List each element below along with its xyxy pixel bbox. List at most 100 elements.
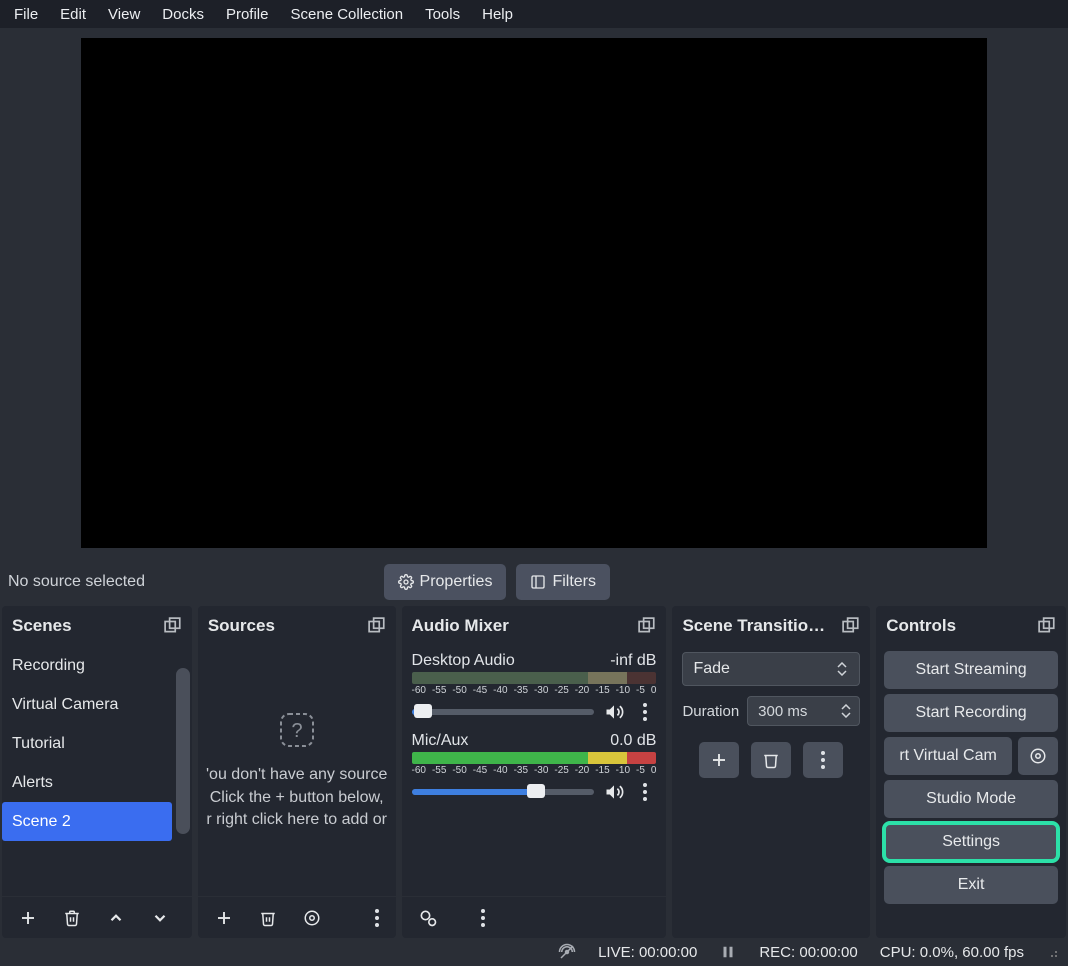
audio-channel: Desktop Audio -inf dB -60-55-50-45-40-35… bbox=[402, 646, 667, 726]
volume-slider[interactable] bbox=[412, 709, 595, 715]
mixer-menu-button[interactable] bbox=[472, 909, 494, 927]
channel-menu-button[interactable] bbox=[634, 783, 656, 801]
trash-icon bbox=[259, 909, 277, 927]
channel-name: Desktop Audio bbox=[412, 652, 515, 670]
question-icon: ? bbox=[277, 710, 317, 750]
menu-docks[interactable]: Docks bbox=[152, 4, 214, 25]
sources-empty-line: 'ou don't have any source bbox=[206, 764, 387, 786]
sources-title: Sources bbox=[208, 616, 275, 636]
menu-file[interactable]: File bbox=[4, 4, 48, 25]
sources-empty-line: r right click here to add or bbox=[206, 809, 387, 831]
scene-item[interactable]: Alerts bbox=[2, 763, 192, 802]
controls-title: Controls bbox=[886, 616, 956, 636]
menu-tools[interactable]: Tools bbox=[415, 4, 470, 25]
duration-input[interactable]: 300 ms bbox=[747, 696, 860, 726]
popout-icon[interactable] bbox=[1038, 617, 1056, 635]
speaker-icon bbox=[604, 702, 624, 722]
plus-icon bbox=[19, 909, 37, 927]
plus-icon bbox=[710, 751, 728, 769]
scene-up-button[interactable] bbox=[98, 901, 134, 935]
settings-button[interactable]: Settings bbox=[884, 823, 1058, 861]
connection-icon bbox=[558, 943, 576, 961]
mixer-title: Audio Mixer bbox=[412, 616, 509, 636]
scene-item-selected[interactable]: Scene 2 bbox=[2, 802, 172, 841]
exit-button[interactable]: Exit bbox=[884, 866, 1058, 904]
scene-item[interactable]: Tutorial bbox=[2, 724, 192, 763]
remove-source-button[interactable] bbox=[250, 901, 286, 935]
updown-icon bbox=[837, 662, 849, 676]
docks-row: Scenes Recording Virtual Camera Tutorial… bbox=[0, 606, 1068, 938]
remove-scene-button[interactable] bbox=[54, 901, 90, 935]
status-rec: REC: 00:00:00 bbox=[759, 944, 857, 961]
gear-icon bbox=[398, 574, 414, 590]
filters-label: Filters bbox=[552, 573, 596, 591]
scenes-list[interactable]: Recording Virtual Camera Tutorial Alerts… bbox=[2, 646, 192, 896]
chevron-down-icon bbox=[151, 909, 169, 927]
trash-icon bbox=[63, 909, 81, 927]
popout-icon[interactable] bbox=[164, 617, 182, 635]
add-source-button[interactable] bbox=[206, 901, 242, 935]
source-properties-button[interactable] bbox=[294, 901, 330, 935]
popout-icon[interactable] bbox=[368, 617, 386, 635]
sources-empty-line: Click the + button below, bbox=[210, 787, 384, 809]
duration-value: 300 ms bbox=[758, 703, 807, 720]
resize-grip-icon[interactable] bbox=[1046, 946, 1058, 958]
channel-name: Mic/Aux bbox=[412, 732, 469, 750]
menu-bar: File Edit View Docks Profile Scene Colle… bbox=[0, 0, 1068, 28]
spinner-icon[interactable] bbox=[841, 704, 853, 718]
transitions-dock: Scene Transitio… Fade Duration 300 ms bbox=[672, 606, 870, 938]
scenes-dock: Scenes Recording Virtual Camera Tutorial… bbox=[2, 606, 192, 938]
start-recording-button[interactable]: Start Recording bbox=[884, 694, 1058, 732]
volume-slider[interactable] bbox=[412, 789, 595, 795]
remove-transition-button[interactable] bbox=[751, 742, 791, 778]
source-menu-button[interactable] bbox=[366, 909, 388, 927]
meter-ticks: -60-55-50-45-40-35-30-25-20-15-10-50 bbox=[412, 685, 657, 696]
sources-dock: Sources ? 'ou don't have any source Clic… bbox=[198, 606, 396, 938]
properties-label: Properties bbox=[420, 573, 493, 591]
menu-edit[interactable]: Edit bbox=[50, 4, 96, 25]
menu-profile[interactable]: Profile bbox=[216, 4, 279, 25]
menu-help[interactable]: Help bbox=[472, 4, 523, 25]
controls-dock: Controls Start Streaming Start Recording… bbox=[876, 606, 1066, 938]
start-streaming-button[interactable]: Start Streaming bbox=[884, 651, 1058, 689]
menu-view[interactable]: View bbox=[98, 4, 150, 25]
filters-icon bbox=[530, 574, 546, 590]
mute-button[interactable] bbox=[602, 700, 626, 724]
transitions-title: Scene Transitio… bbox=[682, 616, 825, 636]
transition-select[interactable]: Fade bbox=[682, 652, 860, 686]
volume-meter bbox=[412, 752, 657, 764]
menu-scene-collection[interactable]: Scene Collection bbox=[281, 4, 414, 25]
sources-empty-placeholder[interactable]: ? 'ou don't have any source Click the + … bbox=[198, 646, 396, 896]
plus-icon bbox=[215, 909, 233, 927]
source-toolbar: No source selected Properties Filters bbox=[0, 558, 1068, 606]
mixer-body: Desktop Audio -inf dB -60-55-50-45-40-35… bbox=[402, 646, 667, 896]
volume-meter bbox=[412, 672, 657, 684]
studio-mode-button[interactable]: Studio Mode bbox=[884, 780, 1058, 818]
status-cpu: CPU: 0.0%, 60.00 fps bbox=[880, 944, 1024, 961]
popout-icon[interactable] bbox=[638, 617, 656, 635]
advanced-audio-button[interactable] bbox=[410, 901, 446, 935]
add-scene-button[interactable] bbox=[10, 901, 46, 935]
speaker-icon bbox=[604, 782, 624, 802]
transition-menu-button[interactable] bbox=[803, 742, 843, 778]
popout-icon[interactable] bbox=[842, 617, 860, 635]
channel-menu-button[interactable] bbox=[634, 703, 656, 721]
preview-canvas[interactable] bbox=[81, 38, 987, 548]
scene-item[interactable]: Virtual Camera bbox=[2, 685, 192, 724]
add-transition-button[interactable] bbox=[699, 742, 739, 778]
scene-down-button[interactable] bbox=[142, 901, 178, 935]
audio-channel: Mic/Aux 0.0 dB -60-55-50-45-40-35-30-25-… bbox=[402, 726, 667, 806]
filters-button[interactable]: Filters bbox=[516, 564, 610, 600]
gear-icon bbox=[1029, 747, 1047, 765]
gear-icon bbox=[418, 908, 438, 928]
meter-ticks: -60-55-50-45-40-35-30-25-20-15-10-50 bbox=[412, 765, 657, 776]
transition-current: Fade bbox=[693, 660, 729, 678]
scrollbar-thumb[interactable] bbox=[176, 668, 190, 834]
properties-button[interactable]: Properties bbox=[384, 564, 507, 600]
start-virtualcam-button[interactable]: rt Virtual Cam bbox=[884, 737, 1012, 775]
channel-db: 0.0 dB bbox=[610, 732, 656, 750]
channel-db: -inf dB bbox=[610, 652, 656, 670]
virtualcam-settings-button[interactable] bbox=[1018, 737, 1058, 775]
mute-button[interactable] bbox=[602, 780, 626, 804]
scene-item[interactable]: Recording bbox=[2, 646, 192, 685]
